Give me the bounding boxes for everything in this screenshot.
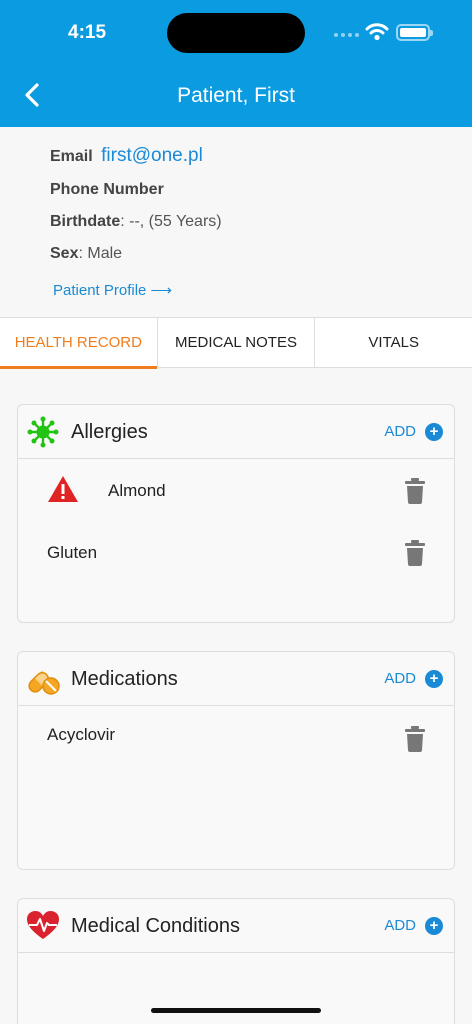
medication-name: Acyclovir bbox=[47, 725, 116, 744]
list-item: Acyclovir bbox=[18, 714, 454, 764]
wifi-icon bbox=[365, 23, 389, 41]
dynamic-island bbox=[167, 13, 305, 53]
app-header: 4:15 Patient, First bbox=[0, 0, 472, 127]
email-value[interactable]: first@one.pl bbox=[101, 145, 203, 166]
phone-row: Phone Number bbox=[50, 181, 164, 199]
medical-conditions-title: Medical Conditions bbox=[71, 915, 240, 937]
virus-icon bbox=[27, 416, 59, 448]
plus-circle-icon[interactable]: + bbox=[425, 423, 443, 441]
birthdate-label: Birthdate bbox=[50, 213, 121, 230]
tab-health-record[interactable]: HEALTH RECORD bbox=[0, 318, 158, 369]
warning-triangle-icon bbox=[48, 476, 78, 502]
add-allergy-button[interactable]: ADD bbox=[384, 423, 416, 440]
allergy-name: Almond bbox=[108, 481, 166, 500]
plus-circle-icon[interactable]: + bbox=[425, 670, 443, 688]
birthdate-value: : --, (55 Years) bbox=[120, 213, 222, 230]
sex-row: Sex: Male bbox=[50, 245, 122, 263]
heartbeat-icon bbox=[27, 911, 59, 939]
tab-bar: HEALTH RECORD MEDICAL NOTES VITALS bbox=[0, 317, 472, 369]
list-item: Almond bbox=[18, 467, 454, 517]
allergy-name: Gluten bbox=[47, 543, 98, 562]
list-item: Gluten bbox=[18, 529, 454, 579]
status-time: 4:15 bbox=[68, 22, 107, 43]
trash-icon[interactable] bbox=[404, 726, 426, 752]
medications-title: Medications bbox=[71, 668, 178, 690]
cellular-signal-icon bbox=[334, 33, 359, 37]
phone-label: Phone Number bbox=[50, 181, 164, 198]
medications-card: Medications ADD + Acyclovir bbox=[17, 651, 455, 870]
sex-label: Sex bbox=[50, 245, 79, 262]
plus-circle-icon[interactable]: + bbox=[425, 917, 443, 935]
medications-header: Medications ADD + bbox=[18, 652, 454, 706]
allergies-card: Allergies ADD + Almond Gluten bbox=[17, 404, 455, 623]
trash-icon[interactable] bbox=[404, 540, 426, 566]
email-row: Email first@one.pl bbox=[50, 145, 203, 167]
add-condition-button[interactable]: ADD bbox=[384, 917, 416, 934]
birthdate-row: Birthdate: --, (55 Years) bbox=[50, 213, 222, 231]
allergies-title: Allergies bbox=[71, 421, 148, 443]
home-indicator bbox=[151, 1008, 321, 1013]
trash-icon[interactable] bbox=[404, 478, 426, 504]
add-medication-button[interactable]: ADD bbox=[384, 670, 416, 687]
sex-value: : Male bbox=[78, 245, 123, 262]
pills-icon bbox=[28, 670, 60, 695]
tab-medical-notes[interactable]: MEDICAL NOTES bbox=[158, 318, 316, 367]
battery-icon bbox=[396, 24, 433, 41]
medical-conditions-card: Medical Conditions ADD + bbox=[17, 898, 455, 1024]
tab-vitals[interactable]: VITALS bbox=[315, 318, 472, 367]
email-label: Email bbox=[50, 148, 93, 165]
patient-profile-link[interactable]: Patient Profile ⟶ bbox=[53, 281, 172, 299]
allergies-header: Allergies ADD + bbox=[18, 405, 454, 459]
page-title: Patient, First bbox=[177, 84, 295, 107]
medical-conditions-header: Medical Conditions ADD + bbox=[18, 899, 454, 953]
